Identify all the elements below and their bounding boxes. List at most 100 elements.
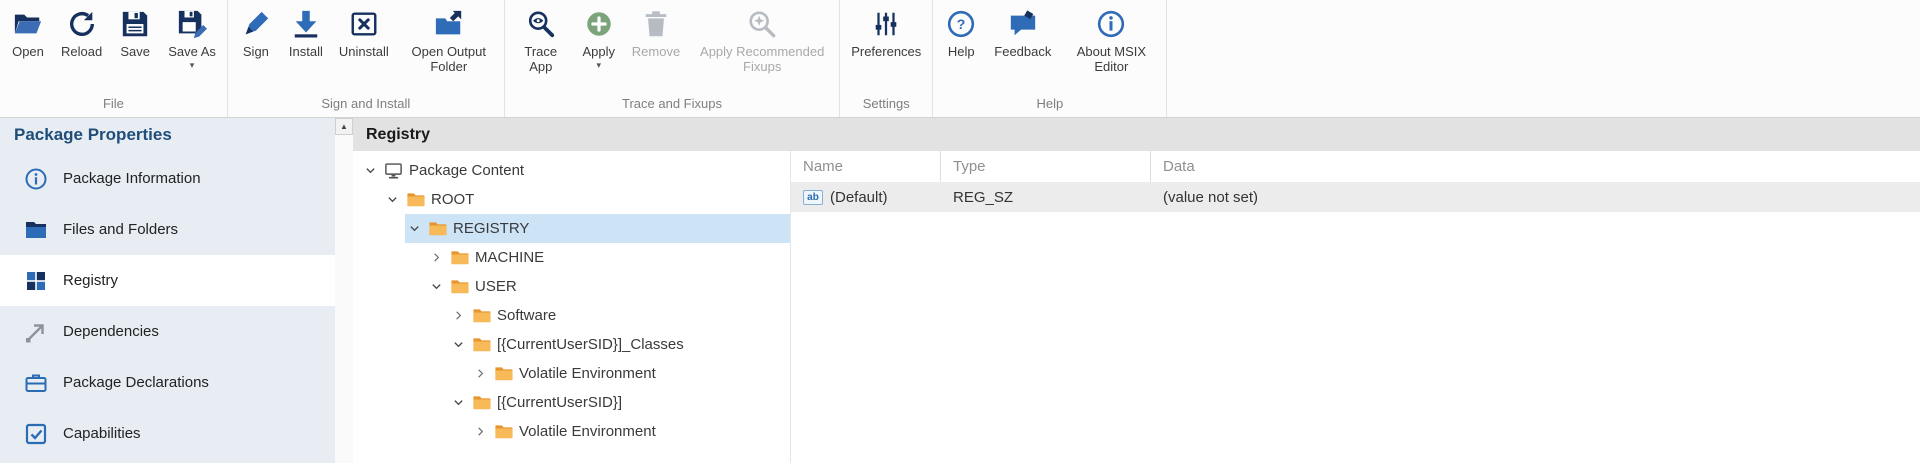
tree-item-currentusersid[interactable]: [{CurrentUserSID}] [353,388,790,417]
chevron-down-icon[interactable] [385,192,400,207]
sidebar-item-label: Package Declarations [63,374,209,391]
save-as-button[interactable]: Save As ▾ [160,2,224,96]
help-button[interactable]: ? Help [936,2,986,96]
apply-button-label: Apply [583,45,616,60]
chevron-right-icon[interactable] [473,366,488,381]
registry-value-row-default[interactable]: ab (Default) REG_SZ (value not set) [791,183,1920,212]
svg-text:?: ? [957,16,966,32]
apply-recommended-fixups-icon [747,9,777,39]
value-name: (Default) [830,189,888,206]
files-and-folders-icon [24,218,48,242]
chevron-down-icon[interactable]: ▾ [597,61,602,70]
chevron-down-icon[interactable]: ▾ [190,61,195,70]
package-declarations-icon [24,371,48,395]
tree-item-currentusersid-classes[interactable]: [{CurrentUserSID}]_Classes [353,330,790,359]
chevron-right-icon[interactable] [429,250,444,265]
ribbon-group-label-settings: Settings [840,96,932,117]
ribbon-group-settings: Preferences Settings [840,0,933,117]
chevron-right-icon[interactable] [451,308,466,323]
tree-item-registry[interactable]: REGISTRY [353,214,790,243]
about-msix-editor-button[interactable]: About MSIX Editor [1059,2,1163,96]
tree-item-user[interactable]: USER [353,272,790,301]
tree-item-software[interactable]: Software [353,301,790,330]
ribbon-group-trace-and-fixups: Trace App Apply ▾ Remove [505,0,840,117]
save-icon [120,9,150,39]
string-value-icon: ab [803,190,823,205]
folder-icon [494,422,513,441]
sidebar-item-registry[interactable]: Registry [0,255,335,306]
apply-button[interactable]: Apply ▾ [574,2,624,96]
feedback-button[interactable]: Feedback [986,2,1059,96]
sidebar-scrollbar: ▲ [335,118,353,463]
sidebar-item-label: Dependencies [63,323,159,340]
chevron-down-icon[interactable] [451,395,466,410]
chevron-down-icon[interactable] [451,337,466,352]
msix-editor-window: Open Reload Save [0,0,1920,463]
sidebar-item-files-and-folders[interactable]: Files and Folders [0,204,335,255]
folder-icon [428,219,447,238]
column-header-name[interactable]: Name [791,151,941,182]
save-as-button-label: Save As [168,45,216,60]
registry-panel: Registry Package Content [353,118,1920,463]
save-as-icon [177,9,207,39]
remove-icon [641,9,671,39]
open-icon [13,9,43,39]
folder-icon [472,335,491,354]
uninstall-button[interactable]: Uninstall [331,2,397,96]
folder-icon [472,306,491,325]
chevron-down-icon[interactable] [407,221,422,236]
install-icon [291,9,321,39]
help-button-label: Help [948,45,975,60]
sidebar-title: Package Properties [0,118,335,153]
package-information-icon [24,167,48,191]
column-header-type[interactable]: Type [941,151,1151,182]
folder-icon [472,393,491,412]
tree-item-machine[interactable]: MACHINE [353,243,790,272]
open-button[interactable]: Open [3,2,53,96]
ribbon-group-label-file: File [0,96,227,117]
chevron-down-icon[interactable] [363,163,378,178]
folder-icon [450,248,469,267]
chevron-down-icon[interactable] [429,279,444,294]
tree-item-package-content[interactable]: Package Content [353,156,790,185]
reload-button[interactable]: Reload [53,2,110,96]
dependencies-icon [24,320,48,344]
remove-button: Remove [624,2,688,96]
about-msix-editor-button-label: About MSIX Editor [1067,45,1155,75]
scroll-up-button[interactable]: ▲ [335,118,353,135]
tree-item-volatile-environment-1[interactable]: Volatile Environment [353,359,790,388]
trace-app-icon [526,9,556,39]
sidebar-item-package-information[interactable]: Package Information [0,153,335,204]
open-output-folder-button[interactable]: Open Output Folder [397,2,501,96]
up-arrow-icon: ▲ [340,122,348,131]
sidebar-item-label: Registry [63,272,118,289]
reload-button-label: Reload [61,45,102,60]
tree-item-root[interactable]: ROOT [353,185,790,214]
sidebar-item-capabilities[interactable]: Capabilities [0,408,335,459]
trace-app-button[interactable]: Trace App [508,2,574,96]
tree-item-volatile-environment-2[interactable]: Volatile Environment [353,417,790,446]
sidebar-item-dependencies[interactable]: Dependencies [0,306,335,357]
sign-button[interactable]: Sign [231,2,281,96]
trace-app-button-label: Trace App [516,45,566,75]
preferences-button[interactable]: Preferences [843,2,929,96]
value-data: (value not set) [1151,183,1920,212]
sidebar-item-label: Package Information [63,170,201,187]
chevron-right-icon[interactable] [473,424,488,439]
capabilities-icon [24,422,48,446]
sidebar-item-label: Capabilities [63,425,141,442]
save-button[interactable]: Save [110,2,160,96]
sign-button-label: Sign [243,45,269,60]
apply-icon [584,9,614,39]
computer-icon [384,161,403,180]
preferences-button-label: Preferences [851,45,921,60]
column-header-data[interactable]: Data [1151,151,1920,182]
value-type: REG_SZ [941,183,1151,212]
ribbon-group-label-trace-and-fixups: Trace and Fixups [505,96,839,117]
install-button[interactable]: Install [281,2,331,96]
apply-recommended-fixups-button: Apply Recommended Fixups [688,2,836,96]
ribbon-toolbar: Open Reload Save [0,0,1920,118]
ribbon-group-sign-and-install: Sign Install Uninstall [228,0,505,117]
feedback-button-label: Feedback [994,45,1051,60]
sidebar-item-package-declarations[interactable]: Package Declarations [0,357,335,408]
